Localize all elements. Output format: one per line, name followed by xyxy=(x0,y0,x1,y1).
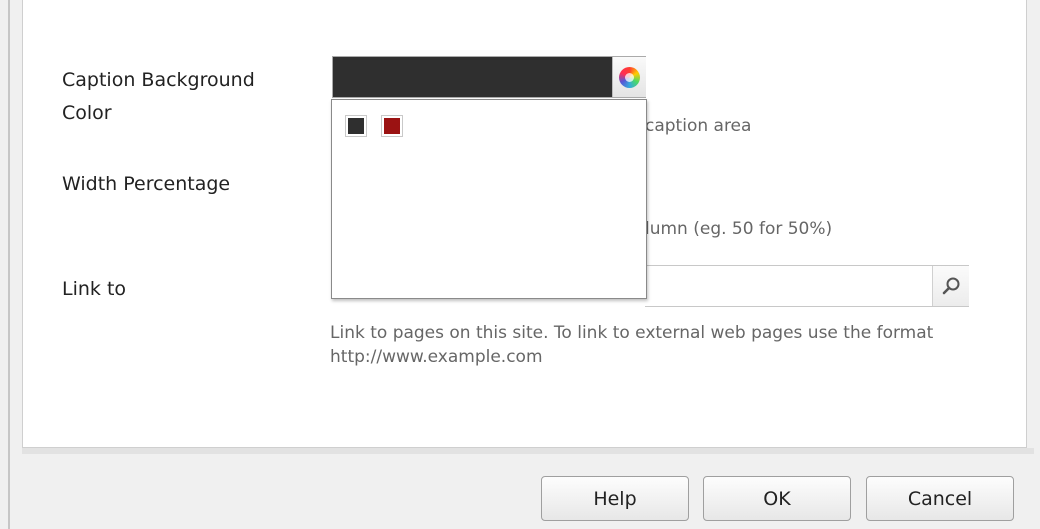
link-to-input[interactable] xyxy=(645,265,969,307)
cancel-button[interactable]: Cancel xyxy=(866,476,1014,521)
ok-button[interactable]: OK xyxy=(703,476,851,521)
link-to-hint: Link to pages on this site. To link to e… xyxy=(330,323,934,367)
width-percentage-hint: lumn (eg. 50 for 50%) xyxy=(645,219,833,239)
swatch-dark-gray[interactable] xyxy=(345,115,367,137)
color-wheel-icon xyxy=(619,66,640,88)
swatch-dark-red-fill xyxy=(384,118,400,134)
swatch-dark-gray-fill xyxy=(348,118,364,134)
help-button[interactable]: Help xyxy=(541,476,689,521)
panel-divider xyxy=(22,448,1034,454)
link-to-label: Link to xyxy=(62,278,127,300)
outer-frame-edge xyxy=(8,0,10,529)
width-percentage-label: Width Percentage xyxy=(62,173,231,195)
caption-background-color-hint: caption area xyxy=(645,116,752,136)
color-palette-popup xyxy=(331,99,647,299)
swatch-dark-red[interactable] xyxy=(381,115,403,137)
magnifier-icon xyxy=(942,277,960,295)
caption-background-color-label: Caption Background Color xyxy=(62,69,255,124)
caption-background-color-field[interactable] xyxy=(332,56,646,98)
color-picker-button[interactable] xyxy=(612,57,646,97)
link-search-button[interactable] xyxy=(932,266,969,306)
